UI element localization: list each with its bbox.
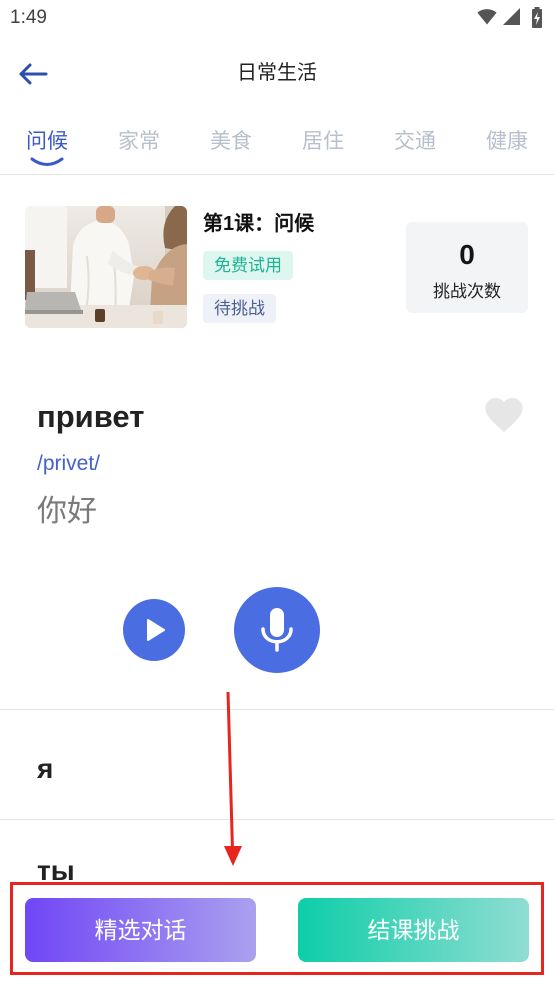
tab-transport[interactable]: 交通 [369, 126, 461, 170]
divider [0, 174, 554, 175]
tab-housing[interactable]: 居住 [277, 126, 369, 170]
lesson-title: 第1课：问候 [203, 213, 315, 235]
lesson-card: 第1课：问候 免费试用 待挑战 0 挑战次数 [0, 190, 554, 345]
tab-label: 家常 [118, 130, 160, 153]
favorite-button[interactable] [485, 398, 523, 432]
current-word-card: привет /privet/ 你好 [0, 345, 554, 709]
featured-dialogue-button[interactable]: 精选对话 [25, 898, 256, 962]
word-list-item-text: я [37, 753, 54, 784]
active-tab-indicator [30, 157, 64, 166]
tab-label: 健康 [486, 130, 528, 153]
tab-greeting[interactable]: 问候 [1, 126, 93, 170]
category-tabs: 问候 家常 美食 居住 交通 健康 [1, 126, 553, 170]
challenge-count-box: 0 挑战次数 [406, 222, 528, 313]
tab-health[interactable]: 健康 [461, 126, 553, 170]
word-translation: 你好 [37, 495, 97, 528]
challenge-count-label: 挑战次数 [433, 282, 501, 301]
tab-food[interactable]: 美食 [185, 126, 277, 170]
tab-label: 居住 [302, 130, 344, 153]
tab-label: 交通 [394, 130, 436, 153]
heart-icon [485, 398, 523, 432]
tab-label: 问候 [26, 130, 68, 153]
status-bar: 1:49 [0, 0, 554, 36]
cellular-signal-icon [503, 8, 520, 25]
arrow-left-icon [19, 63, 48, 85]
free-trial-badge: 免费试用 [203, 251, 293, 280]
challenge-count-value: 0 [459, 239, 475, 270]
word-text: привет [37, 399, 145, 434]
play-icon [147, 619, 165, 641]
bottom-action-bar: 精选对话 结课挑战 [0, 880, 554, 984]
battery-charging-icon [531, 7, 543, 28]
word-phonetic: /privet/ [37, 452, 101, 475]
lesson-thumbnail [25, 206, 187, 328]
back-button[interactable] [17, 61, 49, 87]
tab-household[interactable]: 家常 [93, 126, 185, 170]
microphone-icon [261, 608, 293, 652]
page-title: 日常生活 [237, 62, 317, 84]
word-list-item[interactable]: я [0, 710, 554, 819]
play-audio-button[interactable] [123, 599, 185, 661]
word-list-item[interactable]: ты [0, 820, 554, 886]
status-time: 1:49 [10, 7, 47, 28]
challenge-status-badge: 待挑战 [203, 294, 276, 323]
final-challenge-button[interactable]: 结课挑战 [298, 898, 529, 962]
record-voice-button[interactable] [234, 587, 320, 673]
wifi-icon [477, 8, 497, 25]
tab-label: 美食 [210, 130, 252, 153]
